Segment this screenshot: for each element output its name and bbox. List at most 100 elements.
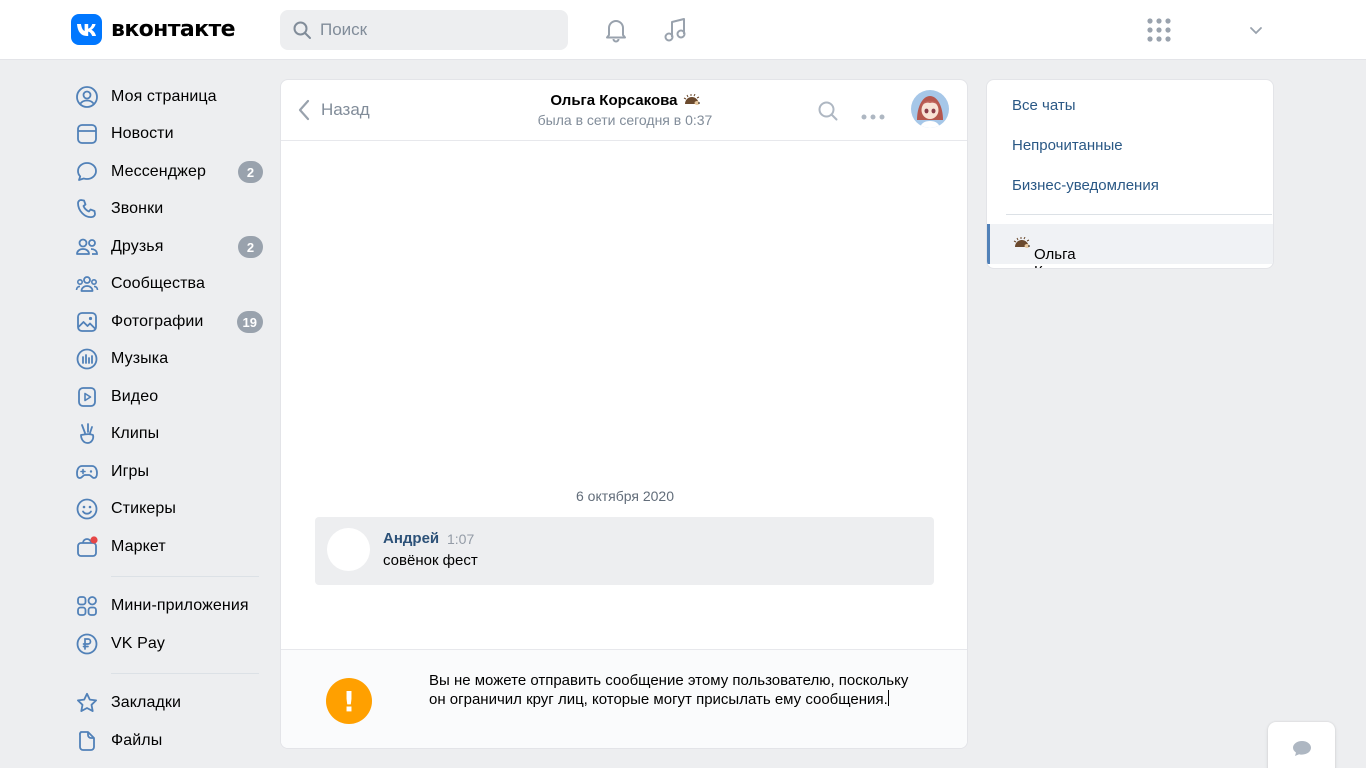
logo-text: вконтакте: [111, 17, 236, 42]
mini-apps-icon: [71, 594, 111, 618]
communities-icon: [71, 272, 111, 296]
sidebar-item-label: Клипы: [111, 425, 160, 443]
sidebar-item-label: Музыка: [111, 350, 169, 368]
counter-badge: 2: [238, 161, 263, 183]
chat-panel: Назад Ольга Корсакова была в сети сегодн…: [280, 79, 968, 749]
sidebar-item-label: Закладки: [111, 694, 182, 712]
sidebar-item-vk-pay[interactable]: VK Pay: [71, 625, 263, 663]
chat-bubble-icon: [1292, 741, 1311, 756]
top-header: вконтакте: [0, 0, 1366, 60]
clips-icon: [71, 422, 111, 446]
sidebar-item-label: Маркет: [111, 537, 166, 555]
sidebar-item-label: Игры: [111, 462, 150, 480]
sidebar-item-friends[interactable]: Друзья 2: [71, 228, 263, 266]
message-item[interactable]: Андрей 1:07 совёнок фест: [315, 517, 934, 585]
sidebar-item-files[interactable]: Файлы: [71, 722, 263, 760]
date-separator: 6 октября 2020: [576, 488, 674, 504]
text-cursor: [887, 690, 889, 706]
sidebar-item-market[interactable]: Маркет: [71, 528, 263, 566]
search-icon[interactable]: [817, 100, 839, 127]
left-sidebar: Моя страница Новости Мессенджер 2 Звонки…: [71, 78, 263, 760]
peer-status: была в сети сегодня в 0:37: [537, 112, 713, 128]
sidebar-item-label: VK Pay: [111, 634, 165, 652]
sidebar-item-calls[interactable]: Звонки: [71, 191, 263, 229]
sidebar-item-news[interactable]: Новости: [71, 116, 263, 154]
sidebar-item-messenger[interactable]: Мессенджер 2: [71, 153, 263, 191]
file-icon: [71, 729, 111, 753]
gamepad-icon: [71, 460, 111, 484]
back-button[interactable]: Назад: [297, 98, 370, 122]
filter-unread[interactable]: Непрочитанные: [1012, 137, 1123, 154]
active-chat-item[interactable]: Ольга Корсакова: [987, 224, 1273, 268]
video-icon: [71, 385, 111, 409]
hedgehog-emoji-icon: [1013, 236, 1030, 248]
sidebar-item-label: Звонки: [111, 200, 164, 218]
sidebar-item-stickers[interactable]: Стикеры: [71, 491, 263, 529]
filters-divider: [1006, 214, 1272, 215]
music-icon: [71, 347, 111, 371]
sidebar-item-communities[interactable]: Сообщества: [71, 266, 263, 304]
vk-logo[interactable]: вконтакте: [71, 14, 236, 45]
newsfeed-icon: [71, 122, 111, 146]
sidebar-item-label: Сообщества: [111, 275, 205, 293]
counter-badge: 19: [236, 311, 263, 333]
music-note-icon[interactable]: [659, 14, 691, 46]
peer-name: Ольга Корсакова: [481, 92, 769, 109]
message-time[interactable]: 1:07: [447, 531, 474, 547]
apps-grid-icon[interactable]: [1143, 14, 1175, 46]
sidebar-item-mini-apps[interactable]: Мини-приложения: [71, 588, 263, 626]
user-circle-icon: [71, 85, 111, 109]
sidebar-item-video[interactable]: Видео: [71, 378, 263, 416]
sidebar-item-label: Моя страница: [111, 87, 217, 105]
chat-bubble-button[interactable]: [1268, 722, 1335, 768]
back-label: Назад: [321, 100, 370, 119]
notifications-bell-icon[interactable]: [600, 14, 632, 46]
market-bag-icon: [71, 535, 111, 559]
star-icon: [71, 691, 111, 715]
peer-info[interactable]: Ольга Корсакова была в сети сегодня в 0:…: [481, 92, 769, 128]
notice-text: Вы не можете отправить сообщение этому п…: [429, 672, 909, 708]
sidebar-item-label: Мини-приложения: [111, 597, 249, 615]
sidebar-item-label: Видео: [111, 387, 159, 405]
filter-business-notifications[interactable]: Бизнес-уведомления: [1012, 177, 1159, 194]
sidebar-divider: [111, 575, 259, 577]
message-bubble-icon: [71, 160, 111, 184]
sidebar-item-label: Новости: [111, 125, 174, 143]
write-restriction-notice: ! Вы не можете отправить сообщение этому…: [281, 649, 967, 748]
sidebar-item-label: Мессенджер: [111, 162, 206, 180]
sidebar-item-label: Файлы: [111, 731, 163, 749]
sidebar-item-games[interactable]: Игры: [71, 453, 263, 491]
sidebar-item-label: Фотографии: [111, 312, 204, 330]
sidebar-item-music[interactable]: Музыка: [71, 341, 263, 379]
phone-icon: [71, 197, 111, 221]
friends-icon: [71, 235, 111, 259]
sidebar-item-clips[interactable]: Клипы: [71, 416, 263, 454]
search-box[interactable]: [280, 10, 568, 50]
photo-icon: [71, 310, 111, 334]
sidebar-divider: [111, 672, 259, 674]
vk-logo-icon: [71, 14, 102, 45]
chat-header: Назад Ольга Корсакова была в сети сегодн…: [281, 80, 967, 141]
hedgehog-emoji-icon: [683, 93, 700, 105]
counter-badge: 2: [238, 236, 263, 258]
warning-icon: !: [326, 678, 372, 724]
peer-avatar[interactable]: [911, 90, 949, 128]
sidebar-item-photos[interactable]: Фотографии 19: [71, 303, 263, 341]
message-text: совёнок фест: [383, 552, 478, 569]
chat-filters-panel: Все чаты Непрочитанные Бизнес-уведомлени…: [986, 79, 1274, 269]
filter-all-chats[interactable]: Все чаты: [1012, 97, 1076, 114]
sidebar-item-label: Друзья: [111, 237, 164, 255]
search-input[interactable]: [320, 20, 550, 40]
sidebar-item-bookmarks[interactable]: Закладки: [71, 685, 263, 723]
avatar[interactable]: [327, 528, 370, 571]
vk-pay-icon: [71, 632, 111, 656]
smile-icon: [71, 497, 111, 521]
more-options-icon[interactable]: [861, 107, 885, 125]
chevron-down-icon[interactable]: [1248, 22, 1264, 43]
active-chat-label: Ольга Корсакова: [1012, 235, 1106, 268]
sidebar-item-label: Стикеры: [111, 500, 176, 518]
sidebar-item-my-page[interactable]: Моя страница: [71, 78, 263, 116]
search-icon: [293, 21, 311, 39]
message-author[interactable]: Андрей: [383, 530, 439, 547]
chevron-left-icon: [298, 99, 310, 121]
